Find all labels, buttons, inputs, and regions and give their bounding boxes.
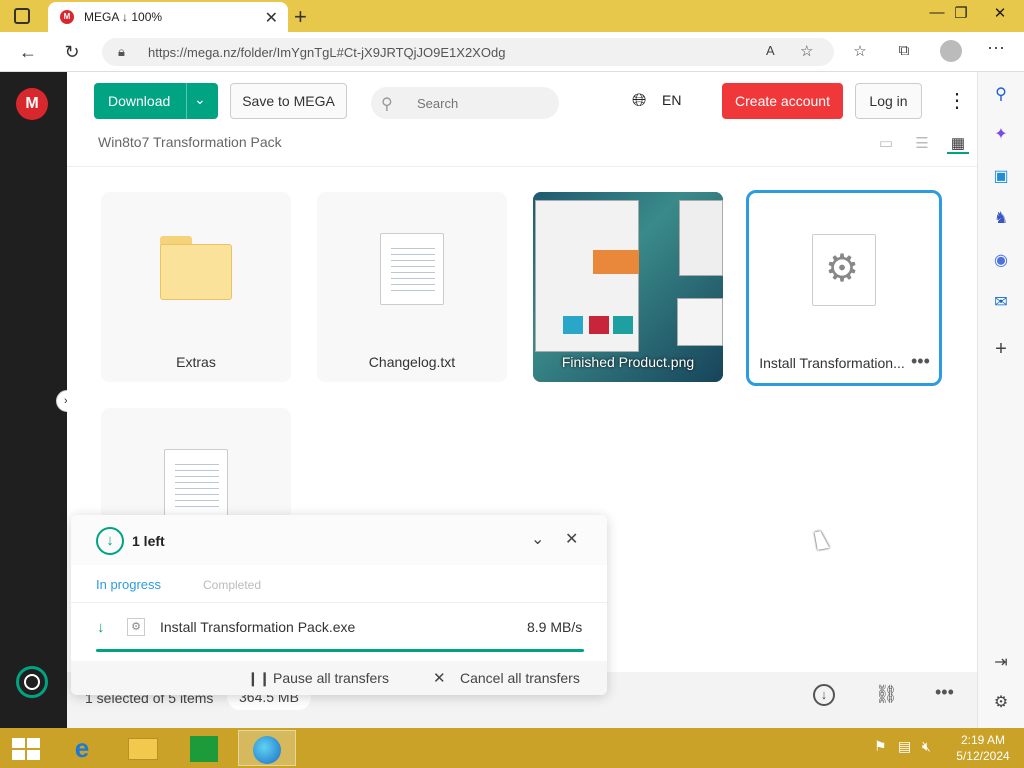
exe-file-icon: ⚙ — [127, 618, 145, 636]
download-progress-icon: ↓ — [96, 527, 124, 555]
transfer-footer: ❙❙ Pause all transfers ✕ Cancel all tran… — [71, 661, 607, 695]
cancel-all-button[interactable]: Cancel all transfers — [460, 670, 580, 686]
edge-taskbar-icon[interactable] — [238, 730, 296, 766]
folder-icon — [160, 236, 232, 300]
collapse-panel-icon[interactable]: ⌄ — [531, 529, 544, 549]
read-aloud-icon[interactable]: A — [766, 43, 775, 58]
clock-date: 5/12/2024 — [956, 749, 1010, 763]
create-account-button[interactable]: Create account — [722, 83, 843, 119]
file-name: Changelog.txt — [368, 354, 456, 370]
hide-sidebar-icon[interactable]: ⇥ — [990, 652, 1012, 674]
browser-tab[interactable]: M MEGA ↓ 100% ✕ — [48, 2, 288, 32]
more-actions-icon[interactable]: ••• — [935, 682, 954, 703]
save-to-mega-button[interactable]: Save to MEGA — [230, 83, 347, 119]
volume-muted-icon[interactable]: 🔇︎ — [922, 738, 931, 755]
lock-icon[interactable]: 🔒︎ — [118, 44, 125, 60]
office-icon[interactable]: ◉ — [990, 250, 1012, 272]
browser-menu-icon[interactable]: ⋯ — [984, 38, 1008, 59]
internet-explorer-icon[interactable]: e — [54, 730, 110, 766]
network-icon[interactable]: ▤ — [898, 738, 911, 755]
grid-view-icon[interactable]: ▦ — [947, 134, 969, 154]
executable-file-icon: ⚙ — [812, 234, 876, 306]
file-name: Finished Product.png — [561, 354, 695, 370]
tab-completed[interactable]: Completed — [203, 578, 261, 592]
pause-icon[interactable]: ❙❙ — [247, 670, 270, 687]
file-tile[interactable]: Extras — [101, 192, 291, 382]
transfer-tabs: In progress Completed — [71, 565, 607, 603]
store-icon[interactable] — [176, 730, 232, 766]
file-name: Install Transformation... — [759, 355, 905, 371]
close-window-icon[interactable]: ✕ — [985, 4, 1015, 22]
url-field[interactable]: 🔒︎ https://mega.nz/folder/ImYgnTgL#Ct-jX… — [102, 38, 834, 66]
url-text: https://mega.nz/folder/ImYgnTgL#Ct-jX9JR… — [148, 45, 506, 60]
search-icon: ⚲ — [381, 96, 393, 113]
file-tile-selected[interactable]: ⚙ Install Transformation... ••• — [746, 190, 942, 386]
tab-in-progress[interactable]: In progress — [96, 577, 161, 592]
mega-logo[interactable]: M — [16, 88, 48, 120]
list-view-icon[interactable]: ☰ — [911, 134, 933, 152]
text-file-icon — [164, 449, 228, 521]
transfer-file-name: Install Transformation Pack.exe — [160, 619, 356, 635]
transfer-row[interactable]: ↓ ⚙ Install Transformation Pack.exe 8.9 … — [71, 603, 607, 653]
transfer-manager-icon[interactable] — [16, 666, 48, 698]
system-clock[interactable]: 2:19 AM 5/12/2024 — [948, 732, 1018, 764]
file-name: Extras — [176, 354, 216, 370]
profile-avatar[interactable] — [940, 40, 962, 62]
login-button[interactable]: Log in — [855, 83, 922, 119]
back-icon[interactable]: ← — [14, 38, 42, 66]
gear-icon: ⚙ — [825, 248, 860, 290]
refresh-icon[interactable]: ↻ — [58, 38, 86, 66]
close-panel-icon[interactable]: ✕ — [565, 529, 578, 549]
add-favorite-icon[interactable]: ☆ — [800, 42, 813, 60]
mega-favicon-icon: M — [60, 10, 74, 24]
settings-gear-icon[interactable]: ⚙ — [990, 692, 1012, 714]
globe-icon[interactable]: 🌐︎ — [632, 90, 646, 111]
text-file-icon — [380, 233, 444, 305]
clock-time: 2:19 AM — [960, 733, 1006, 747]
add-icon[interactable]: + — [990, 338, 1012, 360]
chevron-down-icon[interactable]: ⌄ — [194, 91, 206, 108]
more-options-icon[interactable]: ⋮ — [947, 88, 967, 113]
language-selector[interactable]: EN — [662, 92, 681, 108]
download-arrow-icon: ↓ — [97, 619, 105, 636]
browser-titlebar: M MEGA ↓ 100% ✕ + — ❐ ✕ — [0, 0, 1024, 32]
transfer-header: ↓ 1 left ⌄ ✕ — [71, 515, 607, 565]
pause-all-button[interactable]: Pause all transfers — [273, 670, 389, 686]
edge-sidebar: ⚲ ✦ ▣ ♞ ◉ ✉ + ⇥ ⚙ — [977, 72, 1024, 728]
copilot-icon[interactable]: ✦ — [990, 124, 1012, 146]
download-icon[interactable]: ↓ — [813, 684, 835, 706]
flag-icon[interactable]: ⚑ — [874, 738, 887, 755]
file-explorer-icon[interactable] — [114, 730, 170, 766]
transfer-title: 1 left — [132, 533, 165, 549]
search-input[interactable] — [371, 87, 559, 119]
collections-icon[interactable]: ⧉ — [892, 42, 916, 59]
outlook-icon[interactable]: ✉ — [990, 292, 1012, 314]
favorites-icon[interactable]: ☆ — [848, 42, 872, 60]
games-icon[interactable]: ♞ — [990, 208, 1012, 230]
search-icon[interactable]: ⚲ — [990, 84, 1012, 106]
media-view-icon[interactable]: ▭ — [875, 134, 897, 152]
link-icon[interactable]: ⛓ — [875, 684, 898, 705]
file-tile[interactable]: Finished Product.png — [533, 192, 723, 382]
mega-sidebar: M » — [0, 72, 78, 728]
transfer-speed: 8.9 MB/s — [527, 619, 583, 635]
transfer-panel: ↓ 1 left ⌄ ✕ In progress Completed ↓ ⚙ I… — [71, 515, 607, 695]
transfer-progress-bar — [96, 649, 584, 652]
file-tile[interactable]: Changelog.txt — [317, 192, 507, 382]
address-toolbar: ← ↻ 🔒︎ https://mega.nz/folder/ImYgnTgL#C… — [0, 32, 1024, 72]
download-button[interactable]: Download ⌄ — [94, 83, 218, 119]
restore-icon[interactable]: ❐ — [946, 4, 976, 22]
tab-close-icon[interactable]: ✕ — [265, 8, 278, 28]
file-more-icon[interactable]: ••• — [911, 351, 930, 372]
cancel-icon[interactable]: ✕ — [433, 669, 446, 687]
tab-actions-icon[interactable] — [14, 8, 30, 24]
breadcrumb[interactable]: Win8to7 Transformation Pack — [98, 134, 282, 150]
windows-taskbar: e ⚑ ▤ 🔇︎ 2:19 AM 5/12/2024 — [0, 728, 1024, 768]
start-icon[interactable] — [0, 730, 56, 766]
download-label: Download — [108, 93, 171, 109]
shopping-icon[interactable]: ▣ — [990, 166, 1012, 188]
tab-title: MEGA ↓ 100% — [84, 10, 163, 24]
new-tab-icon[interactable]: + — [294, 4, 307, 30]
